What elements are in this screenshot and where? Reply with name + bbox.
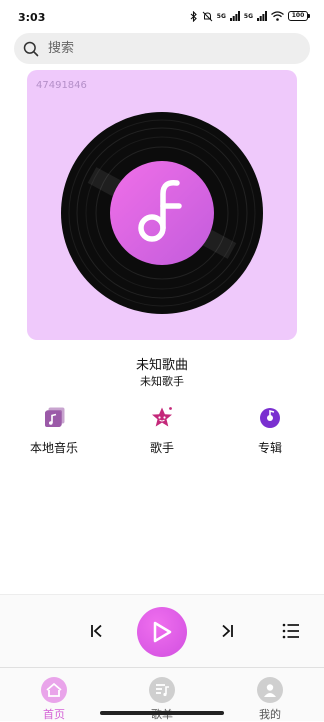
singer-label: 歌手 [149,441,174,455]
status-time: 3:03 [18,11,46,24]
play-icon [153,621,172,643]
album-label: 专辑 [257,441,282,455]
song-artist: 未知歌手 [140,375,184,388]
status-bar: 3:03 5G 5G 100 [0,0,324,34]
local-music-icon [45,407,65,427]
wifi-icon [271,11,284,21]
playlist-icon [149,677,175,703]
song-title: 未知歌曲 [135,358,188,373]
network-type-2: 5G [243,12,253,20]
mini-player [0,594,324,667]
battery-level: 100 [288,11,308,21]
play-button[interactable] [137,607,187,657]
search-bar[interactable] [14,33,310,64]
search-input[interactable] [46,40,290,57]
playlist-queue-button[interactable] [280,620,302,642]
previous-button[interactable] [86,620,108,642]
previous-icon [91,624,102,638]
signal-icon-1 [229,11,240,21]
network-type-1: 5G [216,12,226,20]
home-indicator [100,711,224,715]
profile-icon [257,677,283,703]
nav-item-profile[interactable]: 我的 [240,677,300,722]
home-icon [41,677,67,703]
album-button[interactable]: 专辑 [225,405,315,456]
nav-item-home[interactable]: 首页 [24,677,84,722]
local-music-button[interactable]: 本地音乐 [9,405,99,456]
bluetooth-icon [190,10,197,22]
singer-star-icon [152,407,172,427]
queue-list-icon [282,623,299,639]
album-cover-card[interactable]: 47491846 [27,70,297,340]
battery-icon: 100 [288,11,310,21]
next-icon [222,624,233,638]
status-icons: 5G 5G 100 [190,9,310,23]
search-icon [23,41,39,56]
singer-button[interactable]: 歌手 [117,405,207,456]
album-disc-icon [260,408,280,428]
vinyl-record-icon [61,112,263,314]
local-music-label: 本地音乐 [29,441,78,455]
next-button[interactable] [216,620,238,642]
mute-bell-icon [202,11,213,21]
signal-icon-2 [257,11,267,21]
nav-item-playlist[interactable]: 歌单 [132,677,192,722]
